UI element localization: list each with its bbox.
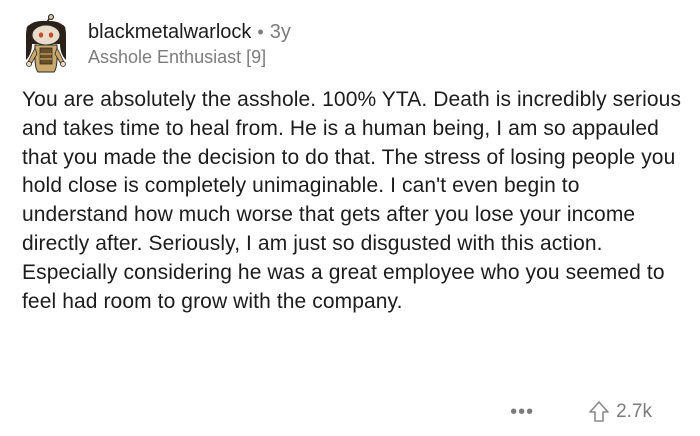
meta-line: blackmetalwarlock • 3y [88,20,291,44]
comment-age[interactable]: 3y [270,20,291,44]
snoo-avatar-icon [20,14,72,74]
meta-separator: • [257,22,264,42]
comment-body: You are absolutely the asshole. 100% YTA… [22,88,682,313]
upvote-arrow-icon[interactable] [588,400,610,424]
vote-score: 2.7k [616,401,652,422]
user-flair: Asshole Enthusiast [9] [88,47,267,67]
comment-card: blackmetalwarlock • 3y Asshole Enthusias… [0,0,700,436]
avatar[interactable] [20,14,72,74]
more-options-button[interactable]: ••• [510,402,534,422]
comment-meta: blackmetalwarlock • 3y Asshole Enthusias… [88,20,291,68]
upvote-button[interactable]: 2.7k [588,400,652,424]
author-username[interactable]: blackmetalwarlock [88,20,251,44]
comment-footer: ••• 2.7k [510,396,652,428]
comment-header: blackmetalwarlock • 3y Asshole Enthusias… [20,14,291,74]
